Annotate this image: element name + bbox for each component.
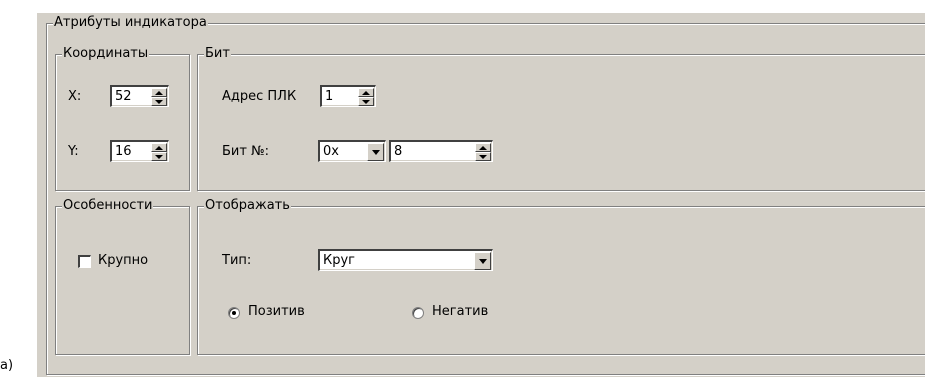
positive-radio[interactable] [228, 307, 240, 319]
figure-caption: a) [0, 358, 14, 373]
group-bit: Бит Адрес ПЛК 1 Бит №: 0x 8 [197, 46, 925, 191]
plc-address-up-arrow-icon[interactable] [358, 88, 374, 97]
negative-radio-label[interactable]: Негатив [432, 304, 488, 320]
positive-radio-label[interactable]: Позитив [248, 304, 305, 320]
large-checkbox-label[interactable]: Крупно [98, 253, 148, 269]
x-spin-buttons[interactable] [151, 88, 167, 106]
plc-address-spin-buttons[interactable] [358, 88, 374, 106]
bit-prefix-value: 0x [323, 144, 339, 159]
bit-number-spinbox[interactable]: 8 [389, 140, 493, 162]
group-display: Отображать Тип: Круг Позитив Негатив [197, 198, 925, 355]
group-coordinates-label: Координаты [62, 46, 150, 62]
bit-number-down-arrow-icon[interactable] [475, 152, 491, 161]
x-down-arrow-icon[interactable] [151, 97, 167, 106]
x-label: X: [68, 89, 82, 104]
positive-radio-selected-icon [232, 311, 236, 315]
y-label: Y: [68, 144, 79, 159]
type-dropdown[interactable]: Круг [318, 249, 493, 271]
y-up-arrow-icon[interactable] [151, 143, 167, 152]
group-display-label: Отображать [204, 198, 291, 214]
bit-prefix-dropdown-arrow-icon[interactable] [367, 143, 384, 161]
type-dropdown-arrow-icon[interactable] [474, 252, 491, 270]
y-spin-buttons[interactable] [151, 143, 167, 161]
plc-address-down-arrow-icon[interactable] [358, 97, 374, 106]
y-value: 16 [115, 144, 132, 159]
plc-address-spinbox[interactable]: 1 [320, 85, 376, 107]
y-down-arrow-icon[interactable] [151, 152, 167, 161]
large-checkbox[interactable] [78, 255, 91, 268]
plc-address-value: 1 [325, 89, 334, 104]
plc-address-label: Адрес ПЛК [222, 89, 297, 104]
bit-number-value: 8 [394, 144, 403, 159]
type-label: Тип: [222, 253, 252, 268]
x-up-arrow-icon[interactable] [151, 88, 167, 97]
indicator-attributes-panel: Атрибуты индикатора Координаты X: 52 Y: … [36, 12, 925, 377]
x-value: 52 [115, 89, 132, 104]
type-value: Круг [323, 253, 356, 268]
bit-number-spin-buttons[interactable] [475, 143, 491, 161]
bit-prefix-dropdown[interactable]: 0x [318, 140, 386, 162]
negative-radio[interactable] [412, 307, 424, 319]
group-features-label: Особенности [62, 198, 154, 214]
group-bit-label: Бит [204, 46, 231, 62]
group-coordinates: Координаты X: 52 Y: 16 [55, 46, 190, 191]
bit-number-label: Бит №: [222, 144, 269, 159]
group-indicator-attributes-label: Атрибуты индикатора [53, 15, 208, 31]
y-spinbox[interactable]: 16 [110, 140, 169, 162]
bit-number-up-arrow-icon[interactable] [475, 143, 491, 152]
x-spinbox[interactable]: 52 [110, 85, 169, 107]
group-features: Особенности Крупно [55, 198, 190, 355]
